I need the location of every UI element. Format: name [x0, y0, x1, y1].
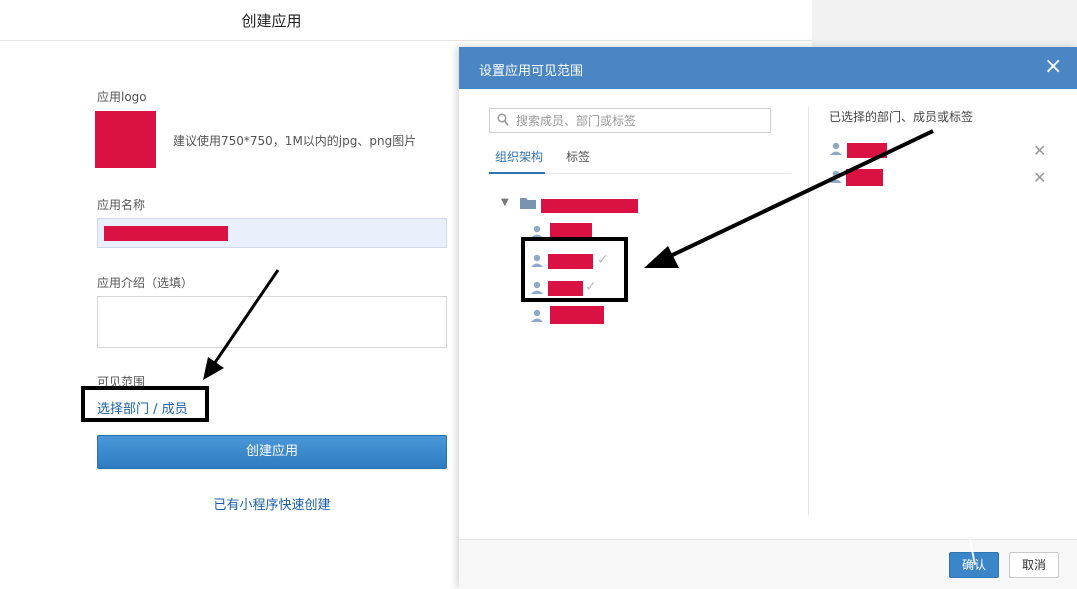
visibility-dialog: 设置应用可见范围 × 组织架构 标签 ▼ ✓ ✓: [459, 47, 1077, 589]
dialog-title: 设置应用可见范围: [479, 64, 584, 79]
redacted-selected-name: [846, 169, 883, 186]
page-header: 创建应用: [0, 0, 812, 41]
remove-icon[interactable]: ✕: [1033, 170, 1046, 186]
cancel-button[interactable]: 取消: [1009, 552, 1059, 578]
user-icon: [830, 170, 842, 183]
annotation-highlight-box: [521, 237, 628, 302]
collapse-triangle-icon[interactable]: ▼: [501, 197, 509, 208]
redacted-selected-name: [847, 143, 887, 158]
tab-tags[interactable]: 标签: [566, 148, 590, 165]
redacted-app-name: [104, 226, 228, 241]
user-icon: [830, 142, 842, 155]
tab-org-structure[interactable]: 组织架构: [495, 148, 543, 165]
remove-icon[interactable]: ✕: [1033, 143, 1046, 159]
folder-icon: [520, 198, 536, 209]
dialog-footer: 确认 取消: [459, 539, 1077, 589]
app-intro-field[interactable]: [97, 296, 447, 348]
search-icon: [497, 113, 509, 126]
search-input[interactable]: [516, 109, 766, 132]
logo-label: 应用logo: [97, 90, 147, 104]
selected-list-header: 已选择的部门、成员或标签: [829, 110, 974, 124]
create-app-button[interactable]: 创建应用: [97, 435, 447, 469]
user-icon: [531, 309, 543, 322]
close-icon[interactable]: ×: [1044, 56, 1062, 78]
app-name-label: 应用名称: [97, 198, 146, 212]
annotation-highlight-box: [81, 386, 209, 422]
confirm-button[interactable]: 确认: [949, 552, 999, 578]
app-name-field[interactable]: [97, 218, 447, 248]
redacted-member-name: [550, 306, 604, 324]
logo-hint: 建议使用750*750，1M以内的jpg、png图片: [173, 134, 417, 148]
app-intro-label: 应用介绍（选填）: [97, 276, 194, 290]
page-title: 创建应用: [241, 12, 302, 30]
app-logo-upload[interactable]: [95, 111, 156, 168]
active-tab-indicator: [489, 172, 545, 174]
panel-divider: [808, 107, 809, 515]
redacted-department-name: [541, 199, 638, 213]
search-box[interactable]: [489, 108, 771, 133]
mini-program-quick-create-link[interactable]: 已有小程序快速创建: [97, 494, 447, 513]
dialog-header: 设置应用可见范围 ×: [459, 47, 1077, 89]
